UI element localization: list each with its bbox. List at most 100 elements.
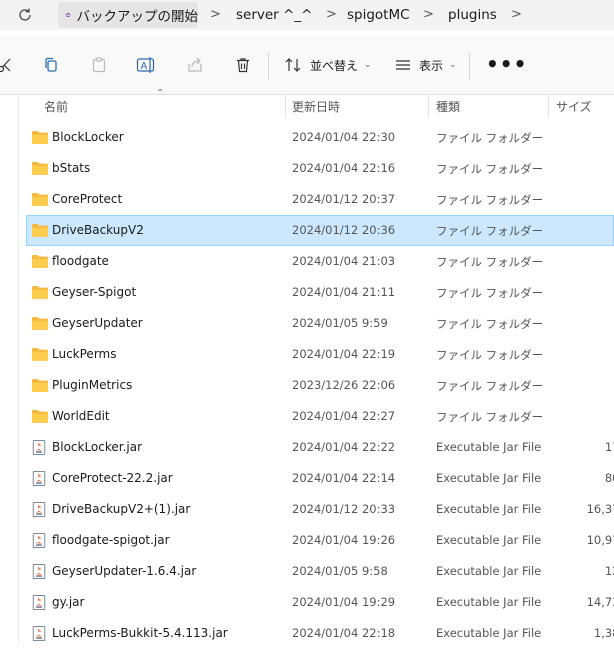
- file-row[interactable]: floodgate-spigot.jar 2024/01/04 19:26 Exec…: [26, 525, 614, 556]
- file-row[interactable]: bStats 2024/01/04 22:16 ファイル フォルダー: [26, 153, 614, 184]
- file-modified: 2024/01/04 22:16: [292, 161, 396, 175]
- file-name: bStats: [52, 161, 91, 175]
- sort-icon: [285, 58, 301, 72]
- file-modified: 2024/01/04 22:30: [292, 130, 396, 144]
- folder-icon: [31, 191, 49, 207]
- svg-text:A: A: [141, 61, 148, 72]
- file-row[interactable]: WorldEdit 2024/01/04 22:27 ファイル フォルダー: [26, 401, 614, 432]
- file-row[interactable]: LuckPerms-Bukkit-5.4.113.jar 2024/01/04 2…: [26, 618, 614, 649]
- file-type: Executable Jar File: [436, 595, 542, 609]
- file-name: PluginMetrics: [52, 378, 133, 392]
- file-type: Executable Jar File: [436, 626, 542, 640]
- column-header-modified[interactable]: 更新日時: [292, 98, 340, 115]
- file-name: GeyserUpdater-1.6.4.jar: [52, 564, 197, 578]
- file-size: 802 K: [604, 471, 614, 485]
- file-type: Executable Jar File: [436, 471, 542, 485]
- breadcrumb-root-label: バックアップの開始: [76, 9, 199, 25]
- breadcrumb-plugins[interactable]: plugins: [448, 7, 497, 23]
- file-type: Executable Jar File: [436, 564, 542, 578]
- file-name: BlockLocker.jar: [52, 440, 143, 454]
- file-modified: 2024/01/04 21:03: [292, 254, 396, 268]
- command-bar: A 並べ替え ⌄ 表示 ⌄ •••: [0, 36, 614, 95]
- file-modified: 2024/01/05 9:58: [292, 564, 388, 578]
- sort-button[interactable]: 並べ替え ⌄: [284, 54, 372, 76]
- jar-file-icon: [31, 439, 49, 456]
- file-row[interactable]: GeyserUpdater-1.6.4.jar 2024/01/05 9:58 Ex…: [26, 556, 614, 587]
- jar-file-icon: [31, 470, 49, 487]
- breadcrumb-root[interactable]: バックアップの開始: [58, 2, 198, 28]
- chevron-down-icon: ⌄: [449, 60, 457, 70]
- column-header: ⌃ 名前 更新日時 種類 サイズ: [0, 88, 614, 118]
- folder-icon: [31, 284, 49, 300]
- file-row[interactable]: BlockLocker 2024/01/04 22:30 ファイル フォルダー: [26, 122, 614, 153]
- file-type: ファイル フォルダー: [436, 224, 544, 238]
- rename-icon[interactable]: A: [135, 54, 157, 76]
- share-icon[interactable]: [184, 54, 206, 76]
- chevron-right-icon[interactable]: >: [423, 7, 434, 22]
- file-name: LuckPerms: [52, 347, 117, 361]
- column-header-name[interactable]: 名前: [44, 98, 68, 115]
- column-header-size[interactable]: サイズ: [556, 98, 592, 115]
- copy-icon[interactable]: [40, 54, 62, 76]
- file-name: DriveBackupV2+(1).jar: [52, 502, 191, 516]
- chevron-right-icon[interactable]: >: [511, 7, 522, 22]
- column-separator[interactable]: [285, 94, 286, 118]
- file-modified: 2024/01/04 22:22: [292, 440, 396, 454]
- file-name: floodgate: [52, 254, 109, 268]
- toolbar-divider: [268, 52, 269, 80]
- file-type: ファイル フォルダー: [436, 286, 544, 300]
- file-row[interactable]: CoreProtect-22.2.jar 2024/01/04 22:14 Exec…: [26, 463, 614, 494]
- folder-icon: [31, 160, 49, 176]
- file-row[interactable]: Geyser-Spigot 2024/01/04 21:11 ファイル フォルダー: [26, 277, 614, 308]
- refresh-icon[interactable]: [14, 4, 36, 26]
- file-modified: 2024/01/04 22:19: [292, 347, 396, 361]
- folder-icon: [31, 253, 49, 269]
- jar-file-icon: [31, 625, 49, 642]
- breadcrumb-server[interactable]: server ^_^: [236, 7, 312, 23]
- file-name: WorldEdit: [52, 409, 110, 423]
- file-type: ファイル フォルダー: [436, 379, 544, 393]
- chevron-down-icon: ⌄: [364, 60, 372, 70]
- file-type: ファイル フォルダー: [436, 410, 544, 424]
- file-row[interactable]: DriveBackupV2 2024/01/12 20:36 ファイル フォルダー: [26, 215, 614, 246]
- file-modified: 2024/01/04 22:27: [292, 409, 396, 423]
- view-icon: [396, 60, 410, 70]
- cut-icon[interactable]: [0, 54, 16, 76]
- file-size: 1,389 K: [593, 626, 614, 640]
- file-size: 179 K: [604, 440, 614, 454]
- file-row[interactable]: CoreProtect 2024/01/12 20:37 ファイル フォルダー: [26, 184, 614, 215]
- file-row[interactable]: BlockLocker.jar 2024/01/04 22:22 Executabl…: [26, 432, 614, 463]
- file-row[interactable]: PluginMetrics 2023/12/26 22:06 ファイル フォルダー: [26, 370, 614, 401]
- chevron-right-icon[interactable]: >: [326, 7, 337, 22]
- file-row[interactable]: GeyserUpdater 2024/01/05 9:59 ファイル フォルダー: [26, 308, 614, 339]
- file-modified: 2024/01/12 20:36: [292, 223, 396, 237]
- file-name: floodgate-spigot.jar: [52, 533, 170, 547]
- file-row[interactable]: LuckPerms 2024/01/04 22:19 ファイル フォルダー: [26, 339, 614, 370]
- jar-file-icon: [31, 563, 49, 580]
- column-separator[interactable]: [428, 94, 429, 118]
- backup-icon: [66, 13, 71, 17]
- file-row[interactable]: gy.jar 2024/01/04 19:29 Executable Jar Fil…: [26, 587, 614, 618]
- file-type: Executable Jar File: [436, 533, 542, 547]
- file-size: 14,738 K: [586, 595, 614, 609]
- address-bar: バックアップの開始 > server ^_^ > spigotMC > plug…: [0, 0, 614, 30]
- file-modified: 2023/12/26 22:06: [292, 378, 396, 392]
- sort-label: 並べ替え: [310, 58, 359, 73]
- breadcrumb-spigotmc[interactable]: spigotMC: [347, 7, 410, 23]
- file-name: GeyserUpdater: [52, 316, 143, 330]
- more-options-button[interactable]: •••: [486, 54, 527, 74]
- file-modified: 2024/01/04 19:26: [292, 533, 396, 547]
- column-separator[interactable]: [548, 94, 549, 118]
- paste-icon[interactable]: [88, 54, 110, 76]
- chevron-right-icon[interactable]: >: [210, 7, 221, 22]
- column-header-type[interactable]: 種類: [436, 98, 460, 115]
- file-type: Executable Jar File: [436, 440, 542, 454]
- file-row[interactable]: DriveBackupV2+(1).jar 2024/01/12 20:33 Exe…: [26, 494, 614, 525]
- file-type: ファイル フォルダー: [436, 193, 544, 207]
- file-row[interactable]: floodgate 2024/01/04 21:03 ファイル フォルダー: [26, 246, 614, 277]
- view-button[interactable]: 表示 ⌄: [395, 54, 457, 76]
- file-size: 16,370 K: [586, 502, 614, 516]
- file-modified: 2024/01/04 22:14: [292, 471, 396, 485]
- file-type: ファイル フォルダー: [436, 162, 544, 176]
- delete-icon[interactable]: [232, 54, 254, 76]
